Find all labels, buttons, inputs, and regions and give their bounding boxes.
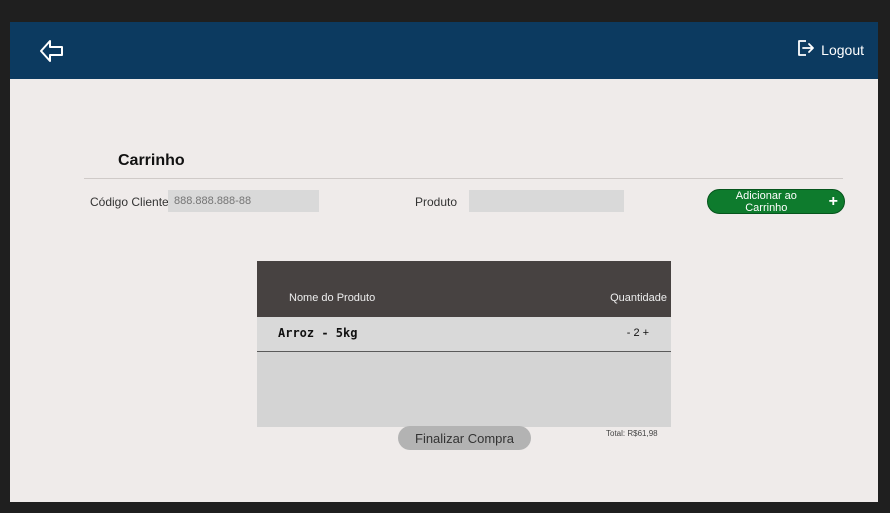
quantity-stepper: - 2 + [627,327,649,339]
table-header: Nome do Produto Quantidade [257,261,671,317]
back-arrow-icon[interactable] [38,38,66,64]
page-title: Carrinho [118,152,185,169]
decrease-button[interactable]: - [627,327,631,339]
plus-icon: + [828,192,838,210]
quantity-value: 2 [633,327,640,339]
logout-icon [795,38,815,62]
column-header-name: Nome do Produto [289,292,376,304]
produto-label: Produto [415,195,458,209]
logout-button[interactable]: Logout [795,39,864,61]
table-row: Arroz - 5kg - 2 + [257,317,671,352]
produto-input[interactable] [469,190,624,212]
add-to-cart-button[interactable]: Adicionar ao Carrinho + [707,189,845,214]
add-to-cart-label: Adicionar ao Carrinho [735,189,797,214]
total-amount: Total: R$61,98 [606,429,658,438]
increase-button[interactable]: + [643,327,649,339]
finalize-purchase-button[interactable]: Finalizar Compra [398,426,531,450]
logout-label: Logout [821,42,864,58]
top-bar: Logout [10,22,878,79]
cliente-label: Código Cliente [90,195,169,209]
product-name: Arroz - 5kg [278,326,358,340]
cart-table: Nome do Produto Quantidade Arroz - 5kg -… [257,261,671,427]
divider [84,178,843,179]
app-window: Logout Carrinho Código Cliente Produto A… [10,22,878,502]
cliente-input[interactable] [168,190,319,212]
column-header-quantity: Quantidade [610,292,667,304]
